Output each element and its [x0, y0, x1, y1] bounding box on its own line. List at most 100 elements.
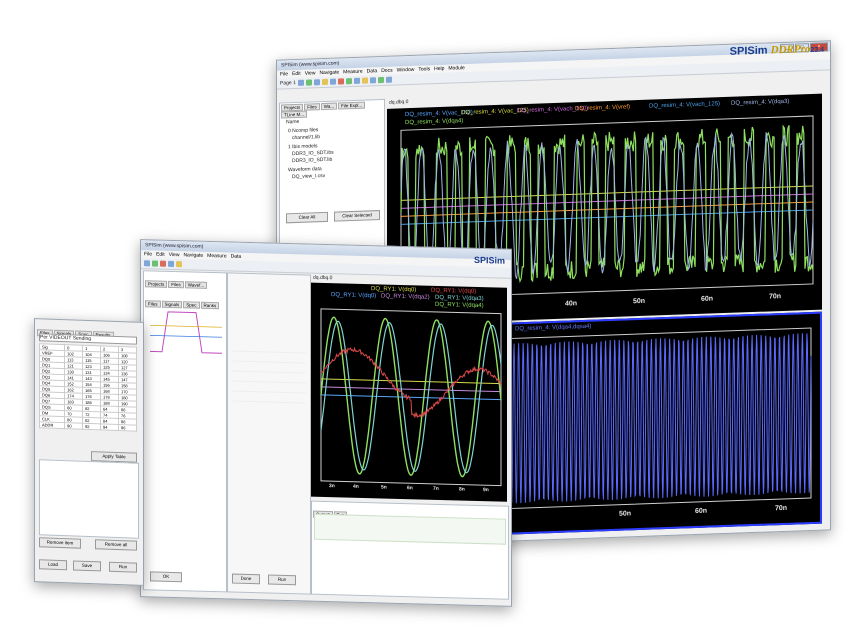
- results-table: [314, 513, 506, 545]
- plot-tab[interactable]: dq.dbq.0: [313, 275, 332, 282]
- front-list-panel: [39, 459, 139, 539]
- run-button[interactable]: Run: [109, 561, 137, 573]
- menu-docs[interactable]: Docs: [381, 67, 392, 75]
- clear-all-button[interactable]: Clear All: [286, 211, 328, 224]
- tab-files[interactable]: Files: [168, 280, 184, 289]
- tab-tline[interactable]: TLine M...: [281, 110, 308, 119]
- tree-item[interactable]: DQ_view_l.csv: [292, 173, 325, 180]
- menu-navigate[interactable]: Navigate: [319, 68, 339, 77]
- tab-file-explorer[interactable]: File Expl...: [338, 101, 366, 110]
- legend-entry: DQ_RY1: V(dqa4): [435, 301, 484, 310]
- menu-data[interactable]: Data: [367, 67, 378, 75]
- timing-table: Sig 0 1 2 3 VREF 102 104 106 108 DQ0 113 115 117 120 DQ…: [39, 343, 137, 432]
- tab-files[interactable]: Files: [304, 103, 320, 111]
- param-row[interactable]: [232, 393, 306, 404]
- menu-edit[interactable]: Edit: [156, 251, 165, 259]
- param-row[interactable]: [232, 383, 306, 394]
- plot-tab[interactable]: dq.dbq.0: [389, 99, 408, 106]
- toolbar-icon[interactable]: [329, 78, 336, 85]
- menu-file[interactable]: File: [280, 70, 288, 78]
- toolbar-icon[interactable]: [305, 79, 312, 86]
- x-tick-label: 5n: [381, 484, 387, 491]
- toolbar-icon[interactable]: [152, 260, 158, 267]
- back-panel-tabs: Projects Files Wa... File Expl...TLine M...: [280, 100, 384, 120]
- tree-header: Name: [286, 118, 300, 126]
- brand-logo: SPISim: [473, 254, 505, 266]
- tab-waveform[interactable]: Wavef...: [184, 281, 208, 289]
- toolbar-icon[interactable]: [345, 78, 352, 85]
- menu-tools[interactable]: Tools: [418, 65, 430, 73]
- toolbar-icon[interactable]: [353, 77, 360, 84]
- tree-item[interactable]: channel/1.lib: [292, 134, 320, 141]
- mid-config-panel: Projects Files Wavef... Files Signals Spec Ra…: [143, 270, 227, 593]
- table-cell[interactable]: 90: [64, 422, 83, 430]
- menu-view[interactable]: View: [305, 69, 316, 77]
- mid-waveform-svg: [320, 308, 502, 487]
- tab-waveform[interactable]: Wa...: [320, 102, 338, 111]
- table-cell[interactable]: 96: [118, 424, 137, 432]
- clear-selected-button[interactable]: Clear Selected: [334, 210, 380, 222]
- param-row[interactable]: [232, 343, 306, 354]
- load-button[interactable]: Load: [39, 559, 67, 571]
- x-tick-label: 9n: [483, 487, 489, 494]
- tree-item[interactable]: 1 Ibis models: [288, 143, 317, 150]
- x-tick-label: 3n: [329, 483, 335, 490]
- toolbar-icon[interactable]: [144, 260, 150, 267]
- param-row[interactable]: [232, 363, 306, 374]
- param-row[interactable]: [232, 373, 306, 384]
- menu-edit[interactable]: Edit: [292, 70, 301, 78]
- toolbar-icon[interactable]: [176, 261, 182, 268]
- remove-all-button[interactable]: Remove all: [95, 539, 137, 551]
- ok-button[interactable]: OK: [150, 571, 182, 583]
- param-row[interactable]: [232, 353, 306, 364]
- done-button[interactable]: Done: [232, 573, 260, 585]
- x-tick-label: 50n: [633, 297, 646, 306]
- toolbar-icon[interactable]: [337, 78, 344, 85]
- x-tick-label: 7n: [433, 485, 439, 492]
- tree-item[interactable]: Waveform data: [288, 166, 322, 173]
- toolbar-icon[interactable]: [385, 76, 392, 83]
- x-tick-label: 60n: [695, 507, 708, 516]
- table-cell[interactable]: 92: [82, 423, 101, 430]
- save-button[interactable]: Save: [73, 560, 101, 572]
- x-tick-label: 50n: [619, 510, 632, 518]
- mid-param-panel: Done Run: [227, 272, 311, 595]
- window-title: SPISim (www.spisim.com): [145, 242, 204, 250]
- toolbar-icon[interactable]: [160, 260, 166, 267]
- window-title: SPISim (www.spisim.com): [281, 60, 340, 69]
- mid-panel-tabs: Projects Files Wavef...: [144, 271, 226, 293]
- menu-module[interactable]: Module: [448, 64, 464, 73]
- table-cell[interactable]: 94: [100, 423, 119, 431]
- menu-window[interactable]: Window: [397, 66, 415, 75]
- menu-measure[interactable]: Measure: [207, 252, 226, 261]
- menu-file[interactable]: File: [144, 250, 152, 258]
- menu-navigate[interactable]: Navigate: [183, 251, 203, 260]
- tab-projects[interactable]: Projects: [145, 280, 168, 288]
- menu-view[interactable]: View: [169, 251, 180, 259]
- menu-help[interactable]: Help: [434, 65, 444, 73]
- toolbar-icon[interactable]: [361, 77, 368, 84]
- legend-entry: DQ_RY1: V(dq0): [431, 287, 477, 295]
- front-window: FilesSignalsSpecResults Per VIDEOUT Send…: [34, 318, 144, 586]
- x-tick-label: 6n: [407, 485, 413, 492]
- table-cell[interactable]: ADDR: [39, 421, 65, 429]
- middle-window: SPISim (www.spisim.com) File Edit View Navi…: [140, 239, 512, 607]
- menu-data[interactable]: Data: [231, 253, 242, 261]
- legend-entry: DQ_RY1: V(dqa3): [435, 294, 484, 303]
- page-selector[interactable]: Page 1: [280, 80, 296, 87]
- toolbar-icon[interactable]: [313, 79, 320, 86]
- tree-item[interactable]: DDR3_IO_SDT.lib: [292, 157, 332, 164]
- legend-entry: DQ_RY1: V(dqa2): [381, 293, 430, 301]
- toolbar-icon[interactable]: [321, 78, 328, 86]
- remove-item-button[interactable]: Remove item: [39, 537, 81, 549]
- x-tick-label: 40n: [565, 300, 578, 308]
- run-button[interactable]: Run: [268, 574, 296, 586]
- x-tick-label: 60n: [701, 295, 714, 303]
- legend-entry: DQ_RY1: V(dq0): [371, 286, 417, 294]
- toolbar-icon[interactable]: [369, 77, 376, 84]
- menu-measure[interactable]: Measure: [343, 68, 362, 77]
- toolbar-icon[interactable]: [168, 260, 174, 268]
- tree-item[interactable]: 0 Ncomp files: [288, 127, 318, 134]
- toolbar-icon[interactable]: [297, 79, 304, 86]
- toolbar-icon[interactable]: [377, 76, 384, 84]
